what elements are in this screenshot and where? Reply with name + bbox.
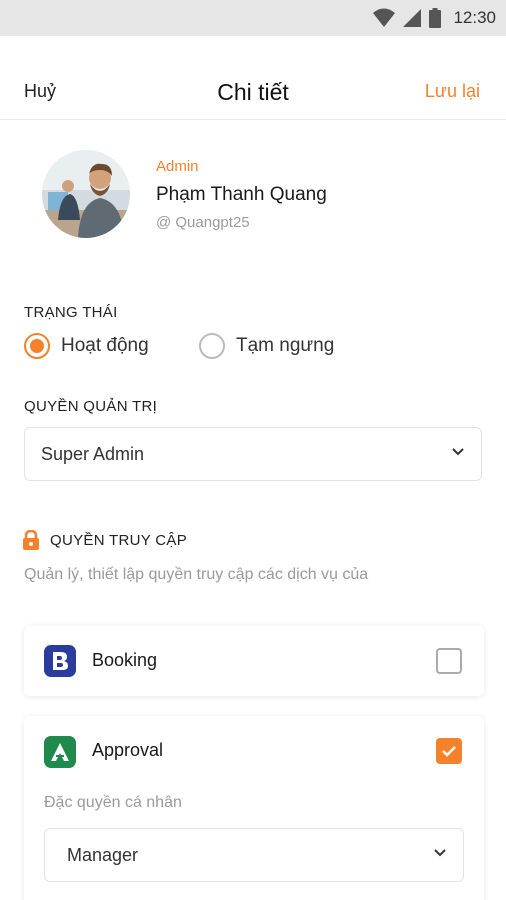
user-name: Phạm Thanh Quang	[156, 184, 327, 205]
app-name-booking: Booking	[92, 650, 158, 670]
status-time: 12:30	[453, 8, 496, 27]
privilege-label: Đặc quyền cá nhân	[44, 794, 182, 811]
status-bar: 12:30	[0, 0, 506, 36]
chevron-down-icon	[434, 849, 446, 857]
checkbox-booking[interactable]	[436, 648, 462, 674]
avatar	[42, 150, 130, 238]
booking-icon	[44, 645, 76, 677]
user-handle: @ Quangpt25	[156, 214, 250, 231]
admin-role-select[interactable]: Super Admin	[24, 427, 482, 481]
status-section-label: TRẠNG THÁI	[24, 304, 118, 321]
chevron-down-icon	[452, 448, 464, 456]
privilege-select[interactable]: Manager	[44, 828, 464, 882]
user-role: Admin	[156, 158, 199, 175]
radio-option-suspended[interactable]: Tạm ngưng	[199, 333, 334, 359]
signal-icon	[403, 9, 422, 27]
app-name-approval: Approval	[92, 740, 164, 760]
radio-label-suspended: Tạm ngưng	[236, 335, 335, 356]
lock-icon	[23, 530, 39, 550]
privilege-value: Manager	[67, 845, 139, 865]
wifi-icon	[373, 8, 396, 27]
radio-button-suspended[interactable]	[199, 333, 225, 359]
radio-button-active[interactable]	[24, 333, 50, 359]
radio-option-active[interactable]: Hoạt động	[24, 333, 149, 359]
radio-label-active: Hoạt động	[61, 335, 149, 356]
battery-icon	[429, 8, 442, 28]
app-card-booking: Booking	[24, 626, 484, 696]
access-section-header: QUYỀN TRUY CẬP	[22, 530, 187, 550]
access-section-label: QUYỀN TRUY CẬP	[50, 531, 188, 549]
checkbox-approval[interactable]	[436, 738, 462, 764]
admin-role-value: Super Admin	[41, 444, 145, 464]
save-button[interactable]: Lưu lại	[425, 81, 480, 102]
admin-role-section-label: QUYỀN QUẢN TRỊ	[24, 398, 158, 415]
approval-icon	[44, 736, 76, 768]
access-section-description: Quản lý, thiết lập quyền truy cập các dị…	[24, 566, 369, 583]
app-card-approval: Approval Đặc quyền cá nhân Manager	[24, 716, 484, 900]
check-icon	[442, 746, 456, 757]
top-app-bar: Huỷ Chi tiết Lưu lại	[0, 36, 506, 120]
